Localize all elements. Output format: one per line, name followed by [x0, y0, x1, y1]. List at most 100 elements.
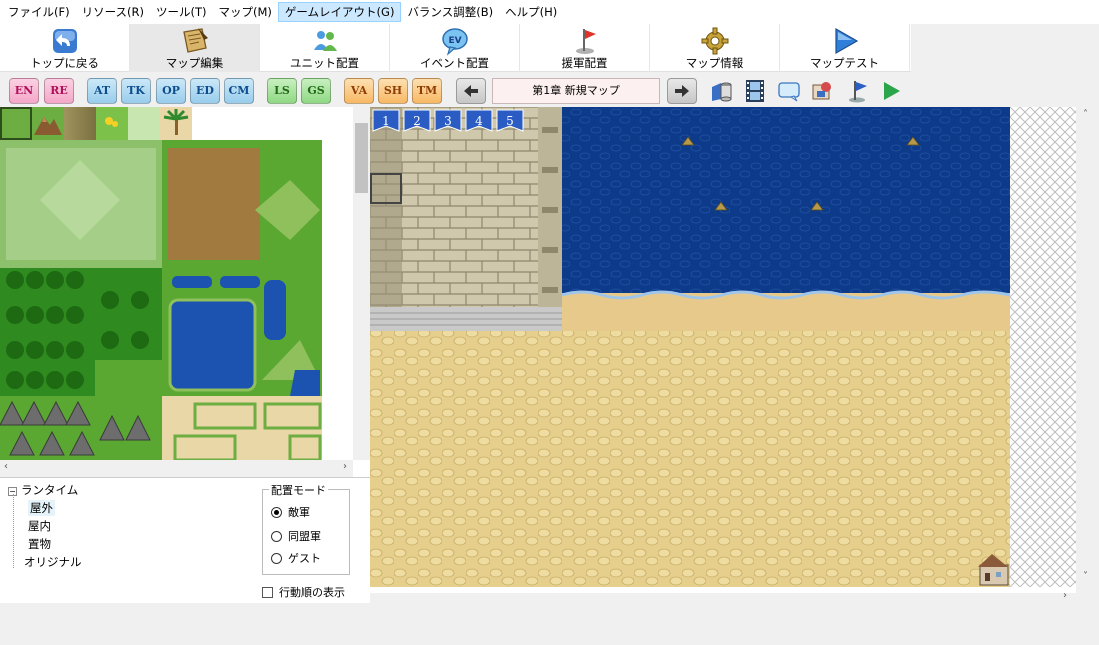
- cm-button[interactable]: CM: [224, 78, 254, 104]
- map-canvas[interactable]: 1 2 3 4 5: [370, 107, 1076, 593]
- red-flag-icon: [570, 26, 600, 56]
- database-icon[interactable]: [708, 78, 734, 104]
- unit-placement-label: ユニット配置: [290, 56, 359, 70]
- radio-circle[interactable]: [271, 552, 282, 564]
- palette-horizontal-scrollbar[interactable]: ‹ ›: [0, 460, 353, 477]
- event-placement-button[interactable]: EV イベント配置: [390, 24, 520, 72]
- tree-item-indoor[interactable]: 屋内: [28, 518, 51, 534]
- back-to-top-label: トップに戻る: [30, 56, 99, 70]
- scroll-left-icon[interactable]: ‹: [4, 461, 8, 472]
- palette-scroll-thumb[interactable]: [355, 123, 368, 193]
- radio-enemy[interactable]: 敵軍: [271, 504, 310, 520]
- map-name-field[interactable]: 第1章 新規マップ: [492, 78, 660, 104]
- menu-file[interactable]: ファイル(F): [2, 2, 76, 22]
- gs-button[interactable]: GS: [301, 78, 331, 104]
- menu-map[interactable]: マップ(M): [212, 2, 277, 22]
- layer-flag-4-label: 4: [475, 114, 483, 128]
- palette-vertical-scrollbar[interactable]: [353, 107, 370, 460]
- tree-item-original[interactable]: オリジナル: [24, 554, 82, 570]
- radio-guest[interactable]: ゲスト: [271, 550, 321, 566]
- event-placement-label: イベント配置: [420, 56, 489, 70]
- layer-flag-1-label: 1: [382, 114, 390, 128]
- map-view[interactable]: 1 2 3 4 5: [370, 107, 1076, 593]
- layer-flag-1[interactable]: 1: [372, 109, 400, 132]
- menu-tool[interactable]: ツール(T): [150, 2, 213, 22]
- mountain-icon: [32, 107, 64, 140]
- ls-button[interactable]: LS: [267, 78, 297, 104]
- status-bar: [0, 603, 1099, 645]
- en-button[interactable]: EN: [9, 78, 39, 104]
- layer-flag-4[interactable]: 4: [465, 109, 493, 132]
- tree-root-runtime[interactable]: − ランタイム: [8, 482, 78, 498]
- rock-tile-tab[interactable]: [64, 107, 96, 140]
- reinforcement-placement-button[interactable]: 援軍配置: [520, 24, 650, 72]
- units-icon: [310, 26, 340, 56]
- flower-icon: [96, 107, 128, 140]
- map-scroll-right-icon[interactable]: ›: [1063, 590, 1067, 601]
- play-triangle-icon: [830, 26, 860, 56]
- sh-button[interactable]: SH: [378, 78, 408, 104]
- menu-bar: ファイル(F) リソース(R) ツール(T) マップ(M) ゲームレイアウト(G…: [0, 0, 1099, 24]
- radio-circle[interactable]: [271, 530, 282, 542]
- map-edit-button[interactable]: マップ編集: [130, 24, 260, 72]
- radio-guest-label: ゲスト: [288, 552, 321, 565]
- scroll-right-icon[interactable]: ›: [343, 461, 347, 472]
- re-button[interactable]: RE: [44, 78, 74, 104]
- layer-flags[interactable]: 1 2 3 4 5: [372, 109, 524, 132]
- blue-flag-icon[interactable]: [844, 78, 870, 104]
- tile-palette: ‹ ›: [0, 107, 370, 477]
- scroll-down-icon[interactable]: ˅: [1083, 571, 1088, 582]
- grass-tile-tab[interactable]: [0, 107, 32, 140]
- menu-help[interactable]: ヘルプ(H): [499, 2, 563, 22]
- flower-tile-tab[interactable]: [96, 107, 128, 140]
- message-window-icon[interactable]: [776, 78, 802, 104]
- placement-mode-group: 配置モード 敵軍 同盟軍 ゲスト: [262, 482, 350, 575]
- palm-tile-tab[interactable]: [160, 107, 192, 140]
- op-button[interactable]: OP: [156, 78, 186, 104]
- mountain-tile-tab[interactable]: [32, 107, 64, 140]
- ed-button[interactable]: ED: [190, 78, 220, 104]
- scroll-up-icon[interactable]: ˄: [1083, 109, 1088, 120]
- back-to-top-button[interactable]: トップに戻る: [0, 24, 130, 72]
- map-test-button[interactable]: マップテスト: [780, 24, 910, 72]
- va-button[interactable]: VA: [344, 78, 374, 104]
- map-vertical-scrollbar[interactable]: ˄ ˅: [1076, 107, 1099, 593]
- menu-game-layout[interactable]: ゲームレイアウト(G): [277, 2, 402, 22]
- map-info-button[interactable]: マップ情報: [650, 24, 780, 72]
- reinforcement-placement-label: 援軍配置: [561, 56, 608, 70]
- radio-ally[interactable]: 同盟軍: [271, 528, 321, 544]
- menu-balance[interactable]: バランス調整(B): [401, 2, 499, 22]
- tm-button[interactable]: TM: [412, 78, 442, 104]
- placement-mode-title: 配置モード: [269, 482, 328, 498]
- light-grass-tile-tab[interactable]: [128, 107, 160, 140]
- menu-resource[interactable]: リソース(R): [76, 2, 150, 22]
- layer-flag-3[interactable]: 3: [434, 109, 462, 132]
- layer-flag-2-label: 2: [413, 114, 421, 128]
- layer-flag-2[interactable]: 2: [403, 109, 431, 132]
- tk-button[interactable]: TK: [121, 78, 151, 104]
- layer-flag-5[interactable]: 5: [496, 109, 524, 132]
- layer-flag-5-label: 5: [506, 114, 514, 128]
- at-button[interactable]: AT: [87, 78, 117, 104]
- tileset-grid[interactable]: [0, 140, 322, 460]
- green-play-icon[interactable]: [878, 78, 904, 104]
- palm-tree-icon: [160, 107, 192, 140]
- film-strip-icon[interactable]: [742, 78, 768, 104]
- show-order-checkbox[interactable]: [262, 586, 273, 598]
- unit-placement-button[interactable]: ユニット配置: [260, 24, 390, 72]
- map-edit-label: マップ編集: [165, 56, 224, 70]
- map-horizontal-scrollbar[interactable]: ›: [370, 590, 1076, 603]
- radio-circle-checked[interactable]: [271, 506, 282, 518]
- show-order-checkbox-row[interactable]: 行動順の表示: [262, 584, 345, 600]
- map-test-label: マップテスト: [810, 56, 879, 70]
- map-info-label: マップ情報: [685, 56, 744, 70]
- tree-root-label: ランタイム: [21, 483, 79, 497]
- unit-image-icon[interactable]: [810, 78, 836, 104]
- tree-item-objects[interactable]: 置物: [28, 536, 51, 552]
- next-map-button[interactable]: [667, 78, 697, 104]
- tree-item-outdoor[interactable]: 屋外: [28, 500, 55, 516]
- gear-icon: [700, 26, 730, 56]
- prev-map-button[interactable]: [456, 78, 486, 104]
- arrow-left-icon: [464, 85, 478, 97]
- main-toolbar: トップに戻る マップ編集 ユニット配置 EV イベント配置 援軍配置 マップ情報: [0, 24, 911, 72]
